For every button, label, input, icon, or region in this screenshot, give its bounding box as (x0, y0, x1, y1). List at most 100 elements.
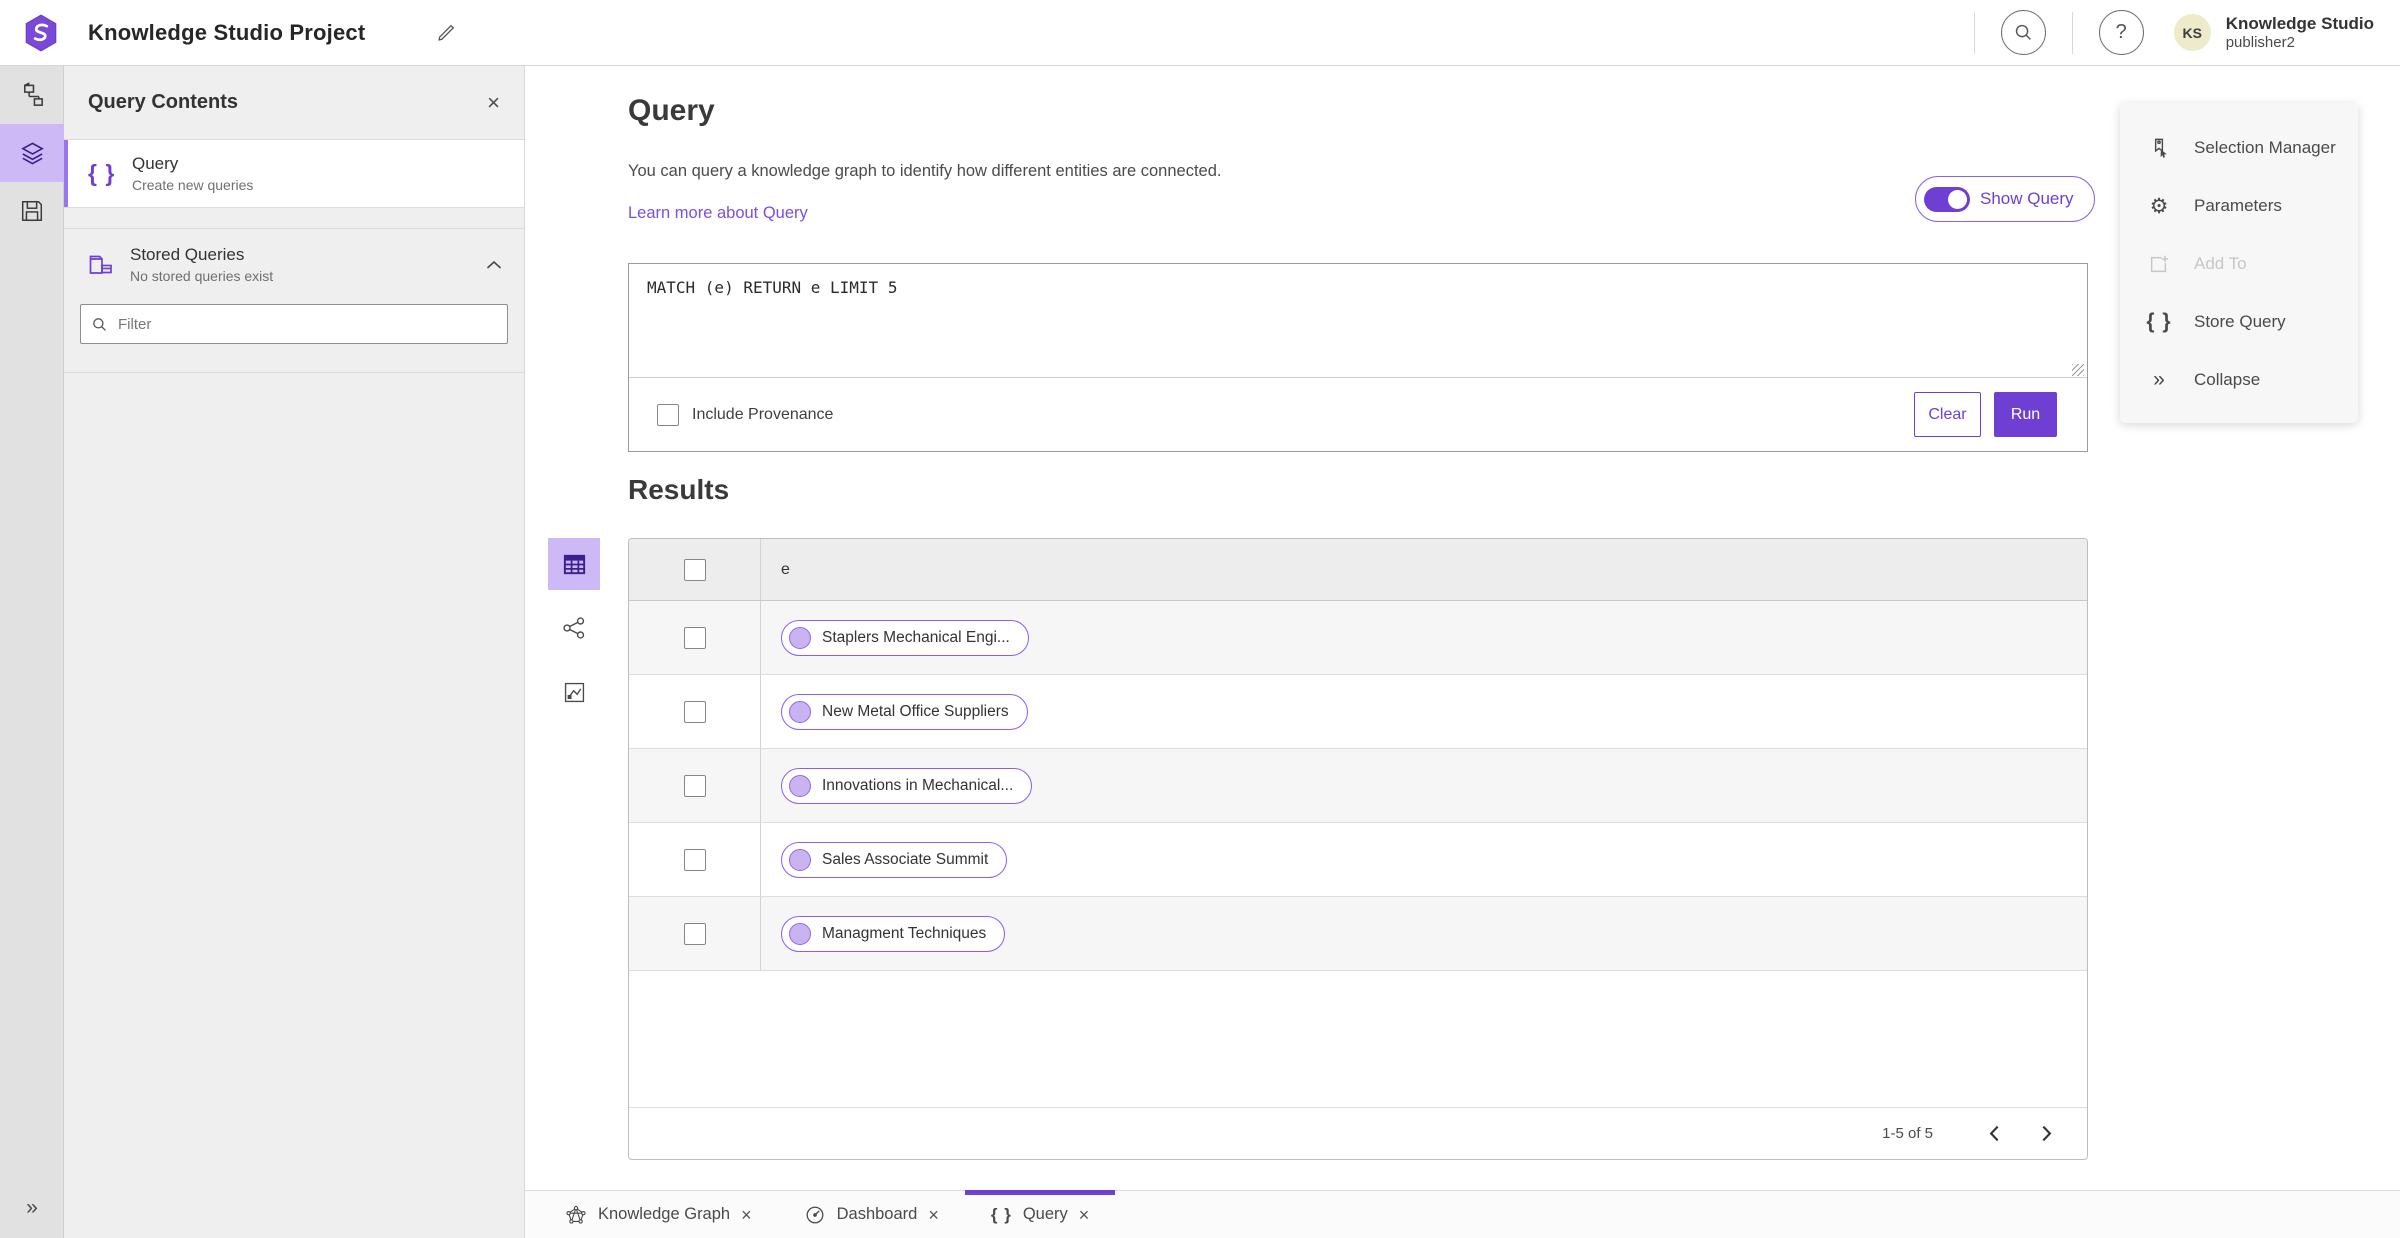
row-checkbox[interactable] (683, 700, 706, 723)
rail-item-data-model[interactable] (0, 66, 64, 124)
project-title: Knowledge Studio Project (88, 19, 366, 45)
save-icon (19, 198, 45, 224)
tab-query[interactable]: { } Query × (964, 1190, 1116, 1238)
include-provenance-checkbox[interactable] (657, 403, 679, 426)
panel-close-button[interactable]: × (487, 89, 500, 115)
results-view-toolbar (548, 538, 600, 718)
pagination-label: 1-5 of 5 (1882, 1125, 1933, 1142)
table-row: Staplers Mechanical Engi... (629, 601, 2087, 675)
table-row: Managment Techniques (629, 897, 2087, 971)
user-role: publisher2 (2225, 33, 2295, 51)
tab-dashboard[interactable]: Dashboard × (778, 1191, 965, 1238)
row-checkbox[interactable] (683, 774, 706, 797)
row-value-cell: New Metal Office Suppliers (761, 675, 2087, 748)
row-checkbox-cell (629, 675, 761, 748)
tab-close-button[interactable]: × (928, 1206, 939, 1224)
panel-item-label: Stored Queries (130, 245, 245, 264)
tab-close-button[interactable]: × (1079, 1206, 1090, 1224)
table-icon (561, 551, 588, 578)
entity-chip[interactable]: Sales Associate Summit (781, 841, 1008, 878)
chevron-up-icon[interactable] (486, 260, 502, 270)
entity-chip[interactable]: Managment Techniques (781, 915, 1006, 952)
link-chart-icon (562, 680, 587, 705)
entity-chip[interactable]: Innovations in Mechanical... (781, 767, 1033, 804)
row-checkbox[interactable] (683, 848, 706, 871)
search-icon (2013, 22, 2034, 43)
graph-view-button[interactable] (548, 602, 600, 654)
learn-more-link[interactable]: Learn more about Query (628, 204, 808, 223)
page-description: You can query a knowledge graph to ident… (628, 162, 1222, 180)
tool-label: Collapse (2194, 370, 2261, 389)
pagination-next-button[interactable] (2029, 1117, 2063, 1151)
tab-label: Dashboard (836, 1205, 918, 1223)
double-chevron-right-icon: » (2153, 368, 2165, 391)
link-chart-view-button[interactable] (548, 666, 600, 718)
table-empty-area (629, 971, 2087, 1107)
clear-button[interactable]: Clear (1914, 392, 1981, 437)
chevron-left-icon (1989, 1125, 2000, 1142)
tool-label: Selection Manager (2194, 138, 2336, 157)
row-checkbox-cell (629, 897, 761, 970)
add-to-button: Add To (2120, 235, 2358, 293)
header-divider (1973, 11, 1975, 54)
user-avatar[interactable]: KS (2173, 14, 2211, 51)
show-query-toggle[interactable]: Show Query (1915, 176, 2095, 222)
selection-manager-icon (2146, 137, 2172, 160)
entity-label: New Metal Office Suppliers (822, 702, 1009, 720)
resize-grip[interactable] (2072, 364, 2084, 376)
rail-item-layers[interactable] (0, 124, 64, 182)
tab-label: Query (1022, 1205, 1068, 1223)
table-view-button[interactable] (548, 538, 600, 590)
table-row: New Metal Office Suppliers (629, 675, 2087, 749)
gear-icon: ⚙ (2149, 194, 2169, 218)
row-value-cell: Sales Associate Summit (761, 823, 2087, 896)
table-row: Innovations in Mechanical... (629, 749, 2087, 823)
panel-item-label: Query (132, 154, 179, 173)
row-checkbox-cell (629, 749, 761, 822)
row-checkbox-cell (629, 823, 761, 896)
query-contents-panel: Query Contents × { } Query Create new qu… (64, 66, 525, 1238)
row-checkbox[interactable] (683, 922, 706, 945)
pagination-prev-button[interactable] (1977, 1117, 2011, 1151)
double-chevron-right-icon: » (26, 1196, 38, 1219)
panel-item-query[interactable]: { } Query Create new queries (64, 140, 524, 208)
edit-title-button[interactable] (431, 18, 461, 48)
table-pagination: 1-5 of 5 (629, 1107, 2087, 1159)
tab-close-button[interactable]: × (741, 1206, 752, 1224)
collapse-panel-button[interactable]: » Collapse (2120, 351, 2358, 409)
store-query-button[interactable]: { } Store Query (2120, 293, 2358, 351)
query-textarea[interactable]: MATCH (e) RETURN e LIMIT 5 (629, 264, 2087, 377)
tab-knowledge-graph[interactable]: Knowledge Graph × (539, 1191, 778, 1238)
filter-input[interactable] (118, 315, 497, 333)
select-all-checkbox[interactable] (683, 558, 706, 581)
header-divider (2071, 11, 2073, 54)
help-button[interactable]: ? (2098, 10, 2144, 55)
folder-icon (88, 251, 118, 279)
filter-field (80, 304, 508, 344)
results-title: Results (628, 474, 730, 505)
close-icon: × (487, 89, 500, 115)
rail-item-save[interactable] (0, 182, 64, 240)
row-checkbox[interactable] (683, 626, 706, 649)
entity-label: Staplers Mechanical Engi... (822, 628, 1010, 646)
app-header: Knowledge Studio Project ? KS Knowledge … (0, 0, 2400, 66)
panel-item-stored-queries[interactable]: Stored Queries No stored queries exist (64, 245, 524, 284)
layers-icon (19, 140, 46, 167)
run-button[interactable]: Run (1994, 392, 2057, 437)
main-area: Query You can query a knowledge graph to… (525, 66, 2400, 1238)
search-button[interactable] (2000, 10, 2046, 55)
parameters-button[interactable]: ⚙ Parameters (2120, 177, 2358, 235)
selection-manager-button[interactable]: Selection Manager (2120, 119, 2358, 177)
entity-chip[interactable]: New Metal Office Suppliers (781, 693, 1028, 730)
query-tools-panel: Selection Manager ⚙ Parameters Add To { … (2120, 103, 2358, 423)
toggle-on-icon[interactable] (1924, 186, 1970, 212)
entity-chip[interactable]: Staplers Mechanical Engi... (781, 619, 1029, 656)
braces-icon: { } (88, 160, 116, 186)
rail-expand-button[interactable]: » (0, 1184, 64, 1232)
user-info[interactable]: Knowledge Studio publisher2 (2226, 14, 2374, 51)
braces-icon: { } (2146, 310, 2172, 333)
entity-label: Sales Associate Summit (822, 850, 989, 868)
app-logo-icon (22, 13, 60, 52)
row-value-cell: Staplers Mechanical Engi... (761, 601, 2087, 674)
entity-label: Innovations in Mechanical... (822, 776, 1014, 794)
